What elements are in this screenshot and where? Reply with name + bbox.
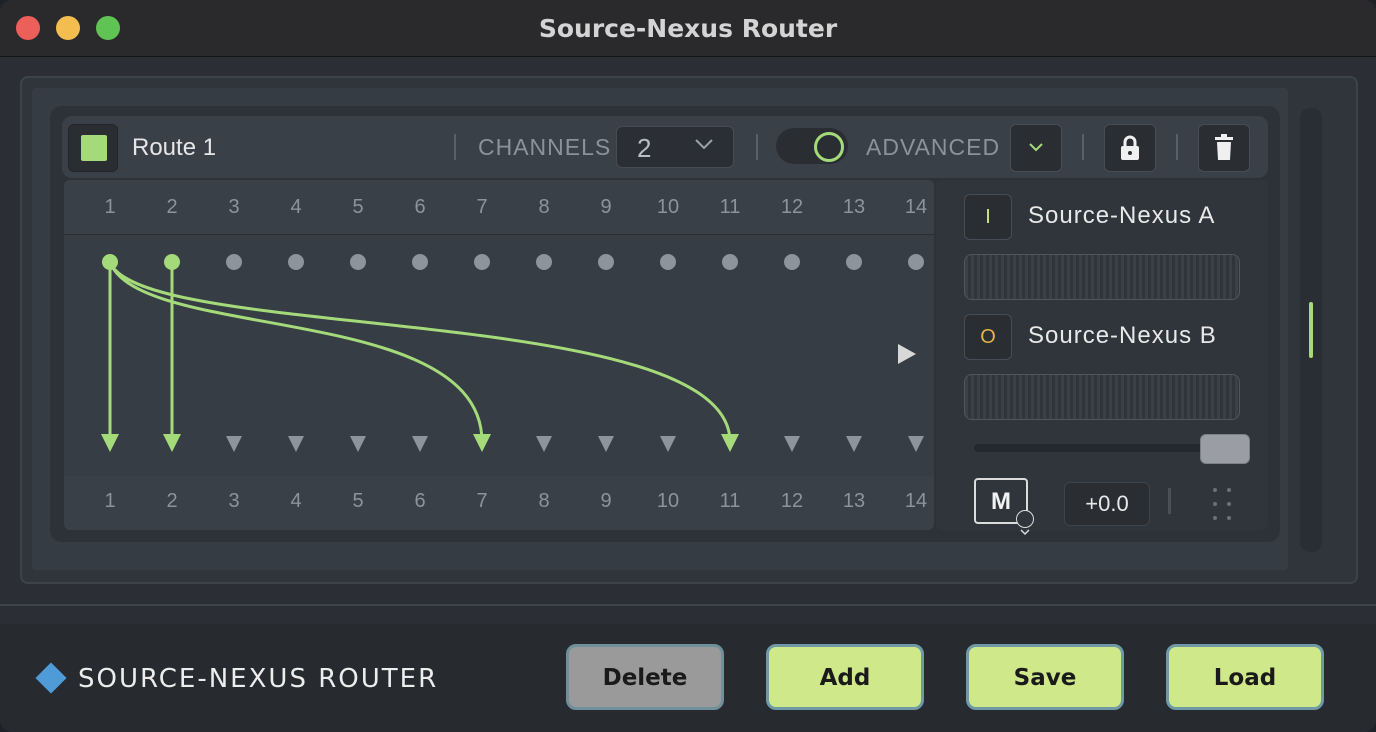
header-divider — [1082, 134, 1084, 160]
output-node[interactable] — [101, 434, 119, 452]
gain-fader-handle[interactable] — [1200, 434, 1250, 464]
input-node[interactable] — [784, 254, 800, 270]
channels-value: 2 — [637, 133, 652, 163]
brand-name: SOURCE-NEXUS ROUTER — [78, 664, 439, 694]
drag-handle-icon[interactable] — [1210, 486, 1234, 522]
header-divider — [1176, 134, 1178, 160]
input-node[interactable] — [908, 254, 924, 270]
input-node[interactable] — [164, 254, 180, 270]
add-button[interactable]: Add — [766, 644, 924, 710]
source-b-label: Source-Nexus B — [1028, 322, 1217, 349]
output-node[interactable] — [908, 436, 924, 452]
output-node[interactable] — [350, 436, 366, 452]
advanced-label: ADVANCED — [866, 134, 1001, 160]
save-button[interactable]: Save — [966, 644, 1124, 710]
output-node[interactable] — [288, 436, 304, 452]
trash-icon — [1215, 134, 1233, 160]
source-a-label: Source-Nexus A — [1028, 202, 1216, 229]
source-a-meter — [964, 254, 1240, 300]
advanced-dropdown-button[interactable] — [1010, 124, 1062, 172]
route-list-scrollbar[interactable] — [1300, 108, 1322, 552]
mute-button[interactable]: M — [974, 478, 1034, 536]
routing-matrix[interactable]: 1 2 3 4 5 6 7 8 9 10 11 12 13 14 1 2 3 4 5 6 7 8 9 10 11 12 13 14 — [64, 180, 934, 530]
connection-line[interactable] — [108, 261, 732, 443]
output-badge: O — [980, 326, 996, 348]
output-node[interactable] — [473, 434, 491, 452]
channels-label: CHANNELS — [478, 134, 612, 160]
output-node[interactable] — [536, 436, 552, 452]
channels-select[interactable]: 2 — [616, 126, 734, 168]
matrix-connections[interactable] — [64, 180, 934, 530]
mute-options-icon[interactable] — [1016, 510, 1034, 536]
gain-value[interactable]: +0.0 — [1064, 482, 1150, 526]
footer-divider — [0, 604, 1376, 606]
route-color-swatch — [81, 135, 107, 161]
output-node[interactable] — [721, 434, 739, 452]
mute-label: M — [991, 488, 1011, 515]
header-divider — [454, 134, 456, 160]
input-node[interactable] — [846, 254, 862, 270]
input-node[interactable] — [474, 254, 490, 270]
output-node[interactable] — [226, 436, 242, 452]
input-badge: I — [985, 206, 991, 228]
input-node[interactable] — [288, 254, 304, 270]
output-badge-button[interactable]: O — [964, 314, 1012, 360]
source-b-meter — [964, 374, 1240, 420]
output-node[interactable] — [846, 436, 862, 452]
toggle-knob — [814, 132, 844, 162]
output-node[interactable] — [660, 436, 676, 452]
delete-route-button[interactable] — [1198, 124, 1250, 172]
input-node[interactable] — [350, 254, 366, 270]
output-node[interactable] — [598, 436, 614, 452]
input-node[interactable] — [660, 254, 676, 270]
input-node[interactable] — [598, 254, 614, 270]
play-arrow-icon[interactable] — [898, 344, 916, 364]
advanced-toggle[interactable] — [776, 128, 848, 164]
gain-divider — [1168, 488, 1171, 514]
output-node[interactable] — [163, 434, 181, 452]
route-color-button[interactable] — [68, 124, 118, 172]
window-title: Source-Nexus Router — [538, 14, 838, 43]
output-node[interactable] — [784, 436, 800, 452]
chevron-down-icon — [693, 133, 715, 161]
input-node[interactable] — [536, 254, 552, 270]
app-window: Source-Nexus Router Route 1 CHANNELS 2 A… — [0, 0, 1376, 732]
header-divider — [756, 134, 758, 160]
input-node[interactable] — [102, 254, 118, 270]
route-name[interactable]: Route 1 — [132, 134, 216, 162]
scrollbar-thumb[interactable] — [1309, 302, 1313, 358]
lock-button[interactable] — [1104, 124, 1156, 172]
connection-line[interactable] — [108, 261, 484, 443]
input-node[interactable] — [226, 254, 242, 270]
chevron-down-icon — [1029, 143, 1043, 152]
input-badge-button[interactable]: I — [964, 194, 1012, 240]
titlebar: Source-Nexus Router — [0, 0, 1376, 57]
input-node[interactable] — [412, 254, 428, 270]
delete-button[interactable]: Delete — [566, 644, 724, 710]
lock-icon — [1121, 135, 1139, 160]
input-node[interactable] — [722, 254, 738, 270]
output-node[interactable] — [412, 436, 428, 452]
load-button[interactable]: Load — [1166, 644, 1324, 710]
